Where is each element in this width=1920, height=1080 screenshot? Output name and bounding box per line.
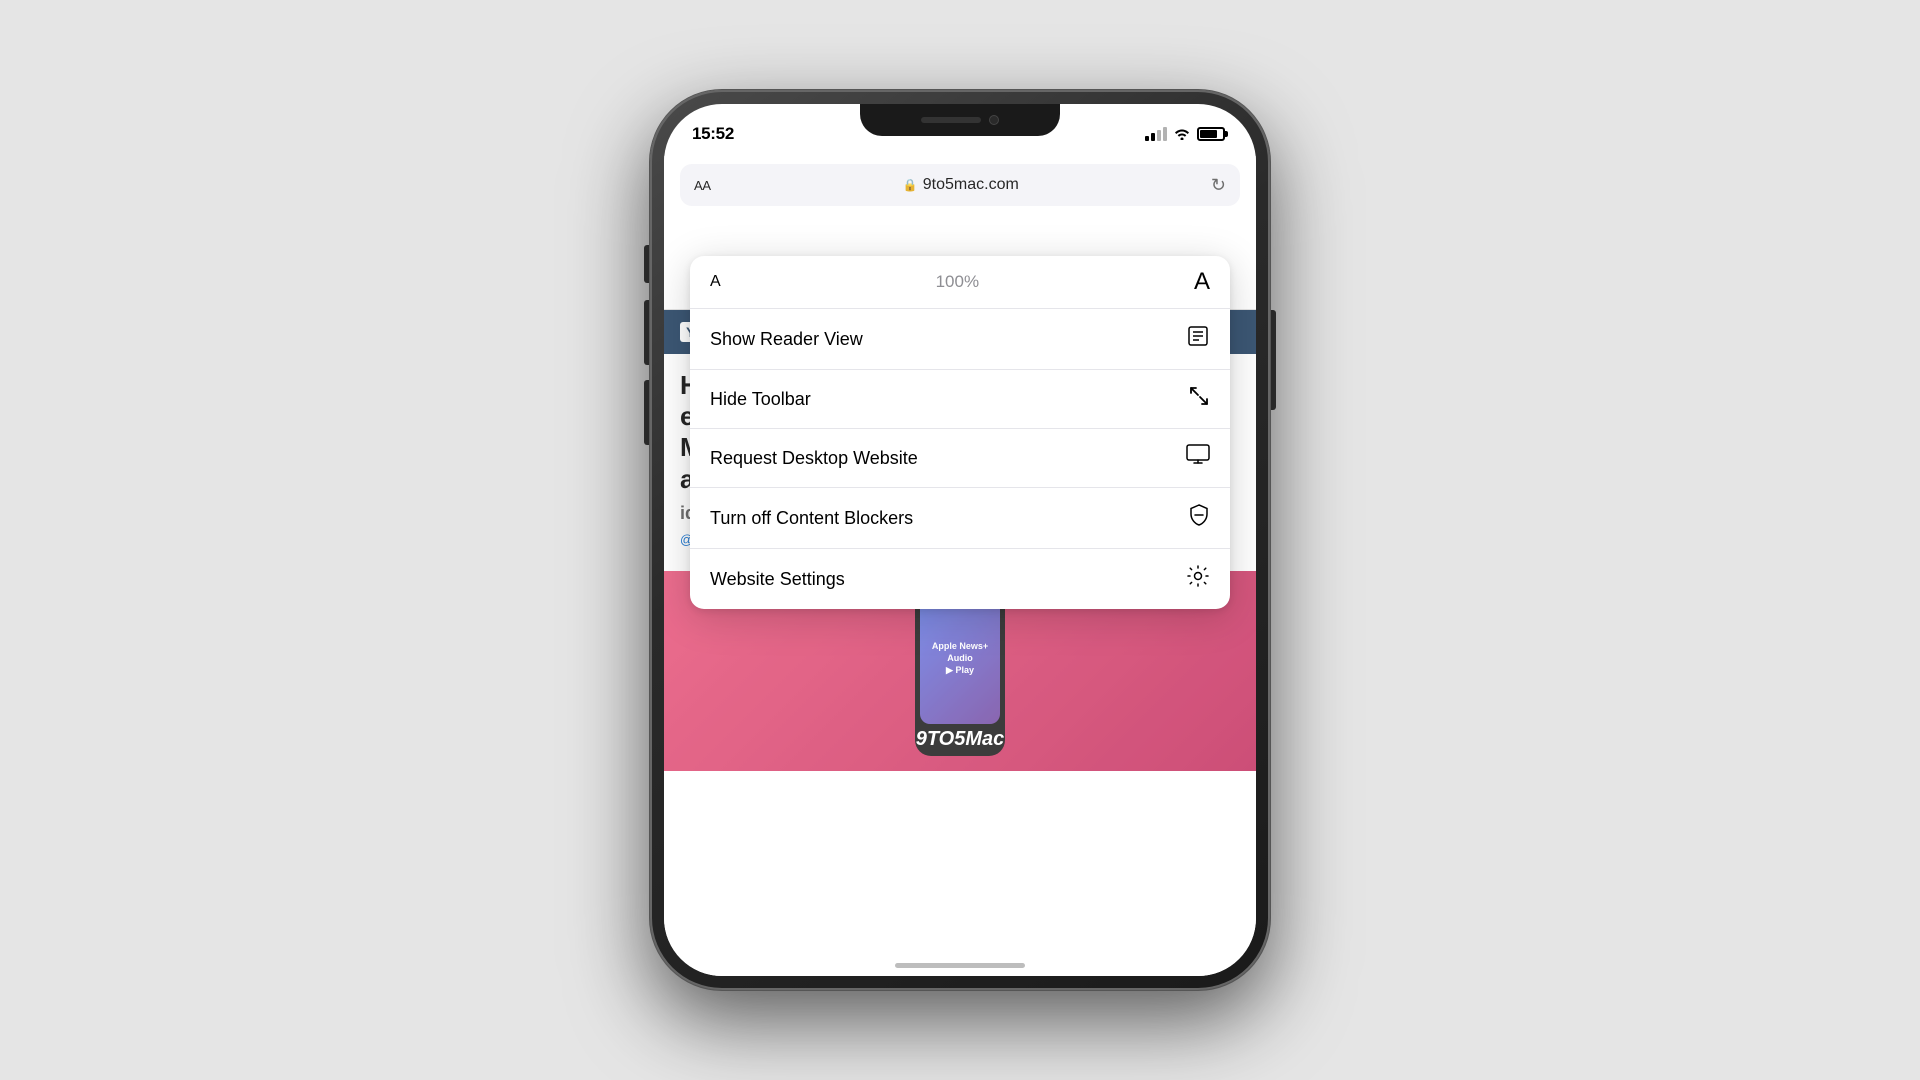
shield-icon <box>1188 503 1210 533</box>
reader-view-icon <box>1186 324 1210 354</box>
request-desktop-label: Request Desktop Website <box>710 448 918 469</box>
request-desktop-item[interactable]: Request Desktop Website <box>690 429 1230 488</box>
status-time: 15:52 <box>692 124 734 144</box>
show-reader-view-item[interactable]: Show Reader View <box>690 309 1230 370</box>
notch <box>860 104 1060 136</box>
phone-mockup: 15:52 <box>650 90 1270 990</box>
phone-screen: 15:52 <box>664 104 1256 976</box>
hide-toolbar-label: Hide Toolbar <box>710 389 811 410</box>
monitor-icon <box>1186 444 1210 472</box>
front-camera <box>989 115 999 125</box>
signal-icon <box>1145 127 1167 141</box>
website-settings-label: Website Settings <box>710 569 845 590</box>
gear-icon <box>1186 564 1210 594</box>
speaker <box>921 117 981 123</box>
resize-icon <box>1188 385 1210 413</box>
hide-toolbar-item[interactable]: Hide Toolbar <box>690 370 1230 429</box>
power-button <box>1270 310 1276 410</box>
show-reader-view-label: Show Reader View <box>710 329 863 350</box>
browser-menu-popup: A 100% A Show Reader View <box>690 256 1230 609</box>
font-increase-button[interactable]: A <box>1194 268 1210 296</box>
battery-icon <box>1197 127 1228 141</box>
website-settings-item[interactable]: Website Settings <box>690 549 1230 609</box>
wifi-icon <box>1173 126 1191 143</box>
browser-area: AA 🔒 9to5mac.com ↻ 9 <box>664 156 1256 976</box>
status-icons <box>1145 126 1228 143</box>
content-blockers-label: Turn off Content Blockers <box>710 508 913 529</box>
font-decrease-button[interactable]: A <box>710 273 721 291</box>
font-size-row: A 100% A <box>690 256 1230 309</box>
content-blockers-item[interactable]: Turn off Content Blockers <box>690 488 1230 549</box>
font-percent-label: 100% <box>936 272 979 292</box>
